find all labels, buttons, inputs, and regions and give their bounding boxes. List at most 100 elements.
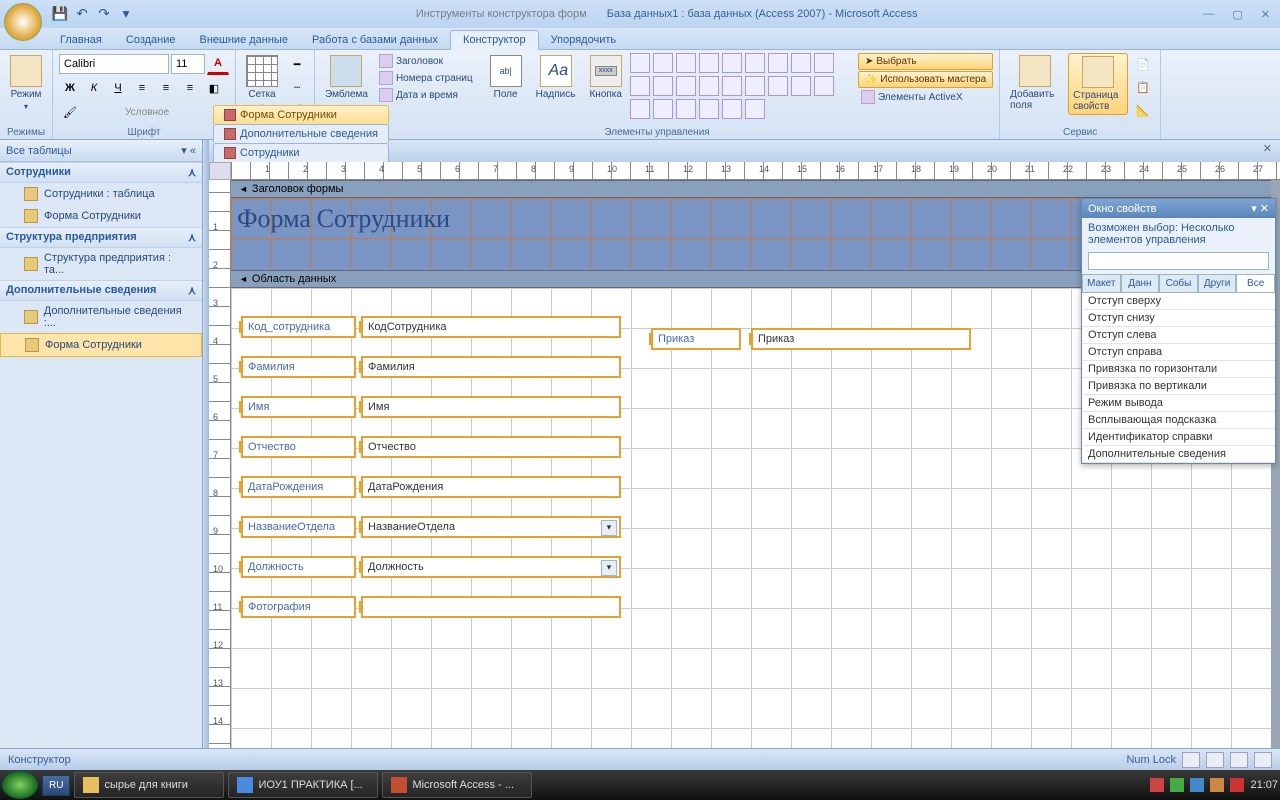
prop-pin-icon[interactable]: ▾ — [1251, 203, 1257, 215]
listbox-icon[interactable] — [653, 53, 673, 73]
doc-tab[interactable]: Форма Сотрудники — [213, 105, 389, 124]
use-wizards-button[interactable]: ✨Использовать мастера — [858, 71, 993, 88]
nav-group-header[interactable]: Структура предприятия⋏ — [0, 227, 202, 248]
more6-icon[interactable] — [699, 99, 719, 119]
font-size-combo[interactable] — [171, 54, 205, 74]
maximize-button[interactable]: ▢ — [1226, 6, 1248, 23]
rect-icon[interactable] — [722, 53, 742, 73]
line-icon2[interactable] — [699, 53, 719, 73]
close-button[interactable]: ✕ — [1255, 6, 1276, 23]
select-button[interactable]: ➤Выбрать — [858, 53, 993, 70]
bold-icon[interactable]: Ж — [59, 77, 81, 99]
underline-icon[interactable]: Ч — [107, 77, 129, 99]
field-label[interactable]: ДатаРождения — [241, 476, 356, 498]
field-control[interactable]: КодСотрудника — [361, 316, 621, 338]
prop-tab[interactable]: Макет — [1082, 274, 1121, 292]
view-datasheet-icon[interactable] — [1254, 752, 1272, 768]
chk-icon[interactable] — [768, 53, 788, 73]
prop-row[interactable]: Режим вывода — [1082, 395, 1275, 412]
line-style-icon[interactable]: ┄ — [286, 76, 308, 98]
code-icon[interactable]: 📄 — [1132, 53, 1154, 75]
opt-icon[interactable] — [791, 53, 811, 73]
prop-row[interactable]: Всплывающая подсказка — [1082, 412, 1275, 429]
field-control[interactable]: Фамилия — [361, 356, 621, 378]
subform-icon[interactable] — [676, 53, 696, 73]
view-form-icon[interactable] — [1206, 752, 1224, 768]
controls-gallery[interactable] — [630, 53, 850, 119]
redo-icon[interactable]: ↷ — [94, 4, 114, 24]
textbox-control-button[interactable]: ab|Поле — [486, 53, 526, 102]
page-icon[interactable] — [630, 76, 650, 96]
ruler-corner[interactable] — [209, 162, 231, 180]
field-control[interactable]: Отчество — [361, 436, 621, 458]
field-control[interactable]: Имя — [361, 396, 621, 418]
combo-icon[interactable] — [630, 53, 650, 73]
tray-icon-3[interactable] — [1190, 778, 1204, 792]
form-header-section-bar[interactable]: Заголовок формы — [231, 180, 1271, 198]
field-label[interactable]: Должность — [241, 556, 356, 578]
nav-item[interactable]: Структура предприятия : та... — [0, 248, 202, 280]
format-painter-icon[interactable]: 🖌 — [59, 101, 81, 123]
view-design-icon[interactable] — [1182, 752, 1200, 768]
prop-row[interactable]: Отступ справа — [1082, 344, 1275, 361]
tab-order-icon[interactable]: 📋 — [1132, 76, 1154, 98]
clock[interactable]: 21:07 — [1250, 779, 1278, 791]
start-button[interactable] — [2, 771, 38, 799]
nav-group-header[interactable]: Дополнительные сведения⋏ — [0, 280, 202, 301]
property-sheet-button[interactable]: Страница свойств — [1068, 53, 1128, 115]
more5-icon[interactable] — [676, 99, 696, 119]
doc-tab[interactable]: Сотрудники — [213, 143, 389, 162]
field-label[interactable]: Код_сотрудника — [241, 316, 356, 338]
tab-close-icon[interactable]: ✕ — [1259, 142, 1276, 155]
tray-icon-5[interactable] — [1230, 778, 1244, 792]
tray-icon-1[interactable] — [1150, 778, 1164, 792]
nav-header[interactable]: Все таблицы▾ « — [0, 140, 202, 162]
nav-item[interactable]: Дополнительные сведения :... — [0, 301, 202, 333]
more7-icon[interactable] — [722, 99, 742, 119]
field-label[interactable]: Отчество — [241, 436, 356, 458]
more8-icon[interactable] — [745, 99, 765, 119]
prop-row[interactable]: Отступ слева — [1082, 327, 1275, 344]
label-control-button[interactable]: AaНадпись — [532, 53, 580, 102]
field-label[interactable]: Приказ — [651, 328, 741, 350]
nav-item[interactable]: Сотрудники : таблица — [0, 183, 202, 205]
view-layout-icon[interactable] — [1230, 752, 1248, 768]
prop-tab[interactable]: Все — [1236, 274, 1275, 292]
prop-row[interactable]: Отступ снизу — [1082, 310, 1275, 327]
doc-tab[interactable]: Дополнительные сведения — [213, 124, 389, 143]
link-icon[interactable] — [745, 76, 765, 96]
vertical-ruler[interactable]: 1234567891011121314 — [209, 180, 231, 748]
tab-home[interactable]: Главная — [48, 31, 114, 49]
prop-row[interactable]: Идентификатор справки — [1082, 429, 1275, 446]
align-left-icon[interactable]: ≡ — [131, 77, 153, 99]
tab-arrange[interactable]: Упорядочить — [539, 31, 628, 49]
prop-list[interactable]: Отступ сверхуОтступ снизуОтступ слеваОтс… — [1082, 293, 1275, 463]
horizontal-ruler[interactable]: 1234567891011121314151617181920212223242… — [231, 162, 1280, 180]
prop-tab[interactable]: Други — [1198, 274, 1237, 292]
field-control[interactable] — [361, 596, 621, 618]
date-time-button[interactable]: Дата и время — [376, 87, 476, 103]
prop-row[interactable]: Дополнительные сведения — [1082, 446, 1275, 463]
chevron-left-icon[interactable]: ▾ « — [181, 144, 196, 157]
minimize-button[interactable]: — — [1197, 6, 1220, 23]
button-control-button[interactable]: xxxxКнопка — [585, 53, 625, 102]
nav-item[interactable]: Форма Сотрудники — [0, 205, 202, 227]
undo-icon[interactable]: ↶ — [72, 4, 92, 24]
logo-button[interactable]: Эмблема — [321, 53, 372, 102]
view-button[interactable]: Режим▾ — [6, 53, 46, 113]
add-fields-button[interactable]: Добавить поля — [1006, 53, 1064, 113]
chart-icon[interactable] — [653, 76, 673, 96]
taskbar-button[interactable]: Microsoft Access - ... — [382, 772, 532, 798]
field-control[interactable]: ДатаРождения — [361, 476, 621, 498]
title-button[interactable]: Заголовок — [376, 53, 476, 69]
activex-button[interactable]: Элементы ActiveX — [858, 89, 993, 105]
language-indicator[interactable]: RU — [42, 775, 70, 796]
tab-design[interactable]: Конструктор — [450, 30, 539, 50]
unbound-icon[interactable] — [676, 76, 696, 96]
form-title-label[interactable]: Форма Сотрудники — [237, 204, 450, 234]
more1-icon[interactable] — [791, 76, 811, 96]
page-numbers-button[interactable]: Номера страниц — [376, 70, 476, 86]
property-sheet[interactable]: Окно свойств▾ ✕ Возможен выбор: Нескольк… — [1081, 198, 1276, 464]
prop-row[interactable]: Отступ сверху — [1082, 293, 1275, 310]
more4-icon[interactable] — [653, 99, 673, 119]
